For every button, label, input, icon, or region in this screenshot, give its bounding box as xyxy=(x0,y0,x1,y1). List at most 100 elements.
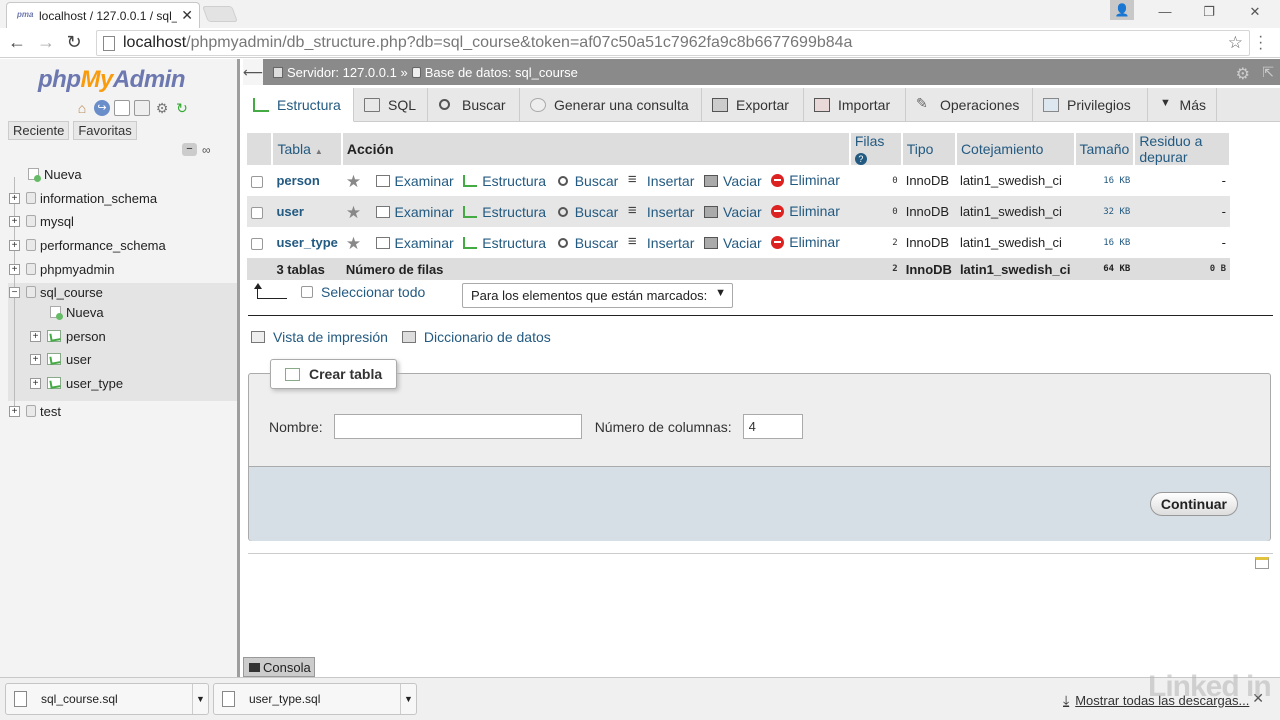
header-filas[interactable]: Filas ? xyxy=(849,133,903,165)
reload-nav-icon[interactable]: ↻ xyxy=(174,100,190,116)
tree-item-new-table[interactable]: Nueva xyxy=(50,301,104,323)
with-selected-dropdown[interactable]: Para los elementos que están marcados: ▼ xyxy=(462,283,733,308)
expand-icon[interactable]: + xyxy=(30,330,41,342)
link-with-main-icon[interactable]: ∞ xyxy=(202,143,211,157)
address-bar[interactable]: localhost/phpmyadmin/db_structure.php?db… xyxy=(96,30,1250,56)
header-cotejamiento[interactable]: Cotejamiento xyxy=(955,133,1076,165)
columns-count-input[interactable] xyxy=(742,414,803,439)
docs-icon[interactable] xyxy=(114,100,130,116)
console-toggle[interactable]: Consola xyxy=(243,657,315,677)
buscar-link[interactable]: Buscar xyxy=(556,204,618,220)
expand-icon[interactable]: + xyxy=(9,215,20,227)
tree-item-mysql[interactable]: + mysql xyxy=(9,210,74,232)
sql-docs-icon[interactable] xyxy=(134,100,150,116)
expand-icon[interactable]: + xyxy=(30,353,41,365)
window-close-button[interactable]: ✕ xyxy=(1240,2,1270,22)
insertar-link[interactable]: Insertar xyxy=(628,171,694,189)
buscar-link[interactable]: Buscar xyxy=(556,173,618,189)
tab-generar-consulta[interactable]: Generar una consulta xyxy=(520,88,702,122)
user-profile-icon[interactable]: 👤 xyxy=(1110,0,1134,20)
eliminar-link[interactable]: Eliminar xyxy=(771,203,840,219)
collapse-all-icon[interactable]: − xyxy=(182,143,197,156)
table-name-link[interactable]: person xyxy=(272,165,342,196)
settings-gear-icon[interactable]: ⚙ xyxy=(154,100,170,116)
row-checkbox[interactable] xyxy=(251,175,263,188)
row-size[interactable]: 16 KB xyxy=(1074,227,1135,258)
select-all-checkbox[interactable] xyxy=(301,286,313,298)
row-size[interactable]: 16 KB xyxy=(1074,165,1135,196)
row-size[interactable]: 32 KB xyxy=(1074,196,1135,227)
breadcrumb-database[interactable]: Base de datos: sql_course xyxy=(425,65,578,80)
expand-icon[interactable]: + xyxy=(9,405,20,417)
tree-item-user_type[interactable]: + user_type xyxy=(30,372,123,394)
tab-importar[interactable]: Importar xyxy=(804,88,906,122)
minimize-button[interactable]: — xyxy=(1150,2,1180,22)
expand-icon[interactable]: + xyxy=(9,239,20,251)
estructura-link[interactable]: Estructura xyxy=(463,235,546,251)
header-residuo[interactable]: Residuo a depurar xyxy=(1134,133,1231,165)
estructura-link[interactable]: Estructura xyxy=(463,173,546,189)
bookmark-star-icon[interactable]: ☆ xyxy=(1228,33,1243,53)
logout-icon[interactable]: ↪ xyxy=(94,100,110,116)
tree-item-performance_schema[interactable]: + performance_schema xyxy=(9,234,166,256)
tree-item-information_schema[interactable]: + information_schema xyxy=(9,187,157,209)
eliminar-link[interactable]: Eliminar xyxy=(771,234,840,250)
tree-item-test[interactable]: + test xyxy=(9,400,61,422)
expand-icon[interactable]: + xyxy=(9,192,20,204)
header-tamano[interactable]: Tamaño xyxy=(1074,133,1136,165)
tab-sql[interactable]: SQL xyxy=(354,88,428,122)
favorite-star-icon[interactable]: ★ xyxy=(346,234,364,253)
examinar-link[interactable]: Examinar xyxy=(375,235,454,251)
tree-item-sql_course[interactable]: − sql_course xyxy=(9,281,103,303)
table-name-link[interactable]: user xyxy=(272,196,342,227)
table-name-link[interactable]: user_type xyxy=(272,227,342,258)
print-view-link[interactable]: Vista de impresión xyxy=(273,329,388,345)
vaciar-link[interactable]: Vaciar xyxy=(704,235,762,251)
collapse-top-icon[interactable]: ⇱ xyxy=(1262,64,1274,81)
forward-arrow-icon[interactable]: → xyxy=(36,32,56,52)
chevron-down-icon[interactable]: ▼ xyxy=(192,684,208,714)
help-icon[interactable]: ? xyxy=(854,153,867,165)
vaciar-link[interactable]: Vaciar xyxy=(704,204,762,220)
download-item[interactable]: user_type.sql ▼ xyxy=(213,683,417,715)
maximize-button[interactable]: ❐ xyxy=(1194,2,1224,22)
favorites-button[interactable]: Favoritas xyxy=(73,121,137,140)
row-checkbox[interactable] xyxy=(251,237,263,250)
insertar-link[interactable]: Insertar xyxy=(628,233,694,251)
browser-menu-icon[interactable]: · · · xyxy=(1258,29,1263,57)
collapse-nav-arrow-icon[interactable]: ⟵ xyxy=(243,59,263,85)
data-dictionary-link[interactable]: Diccionario de datos xyxy=(424,329,551,345)
tab-operaciones[interactable]: Operaciones xyxy=(906,88,1033,122)
notes-icon[interactable] xyxy=(1255,557,1269,569)
new-tab-button[interactable] xyxy=(202,6,238,22)
header-tipo[interactable]: Tipo xyxy=(901,133,957,165)
tab-estructura[interactable]: Estructura xyxy=(243,88,354,122)
chevron-down-icon[interactable]: ▼ xyxy=(400,684,416,714)
back-arrow-icon[interactable]: ← xyxy=(7,32,27,52)
tree-item-person[interactable]: + person xyxy=(30,325,106,347)
table-name-input[interactable] xyxy=(333,414,582,439)
tab-buscar[interactable]: Buscar xyxy=(428,88,520,122)
tab-exportar[interactable]: Exportar xyxy=(702,88,804,122)
favorite-star-icon[interactable]: ★ xyxy=(346,172,364,191)
examinar-link[interactable]: Examinar xyxy=(375,173,454,189)
eliminar-link[interactable]: Eliminar xyxy=(771,172,840,188)
examinar-link[interactable]: Examinar xyxy=(375,204,454,220)
browser-tab[interactable]: pma localhost / 127.0.0.1 / sql_ ✕ xyxy=(6,2,200,28)
select-all-label[interactable]: Seleccionar todo xyxy=(321,284,425,300)
insertar-link[interactable]: Insertar xyxy=(628,202,694,220)
expand-icon[interactable]: + xyxy=(9,263,20,275)
tab-mas[interactable]: Más xyxy=(1148,88,1217,122)
header-tabla[interactable]: Tabla ▲ xyxy=(272,133,343,165)
home-icon[interactable]: ⌂ xyxy=(74,100,90,116)
expand-icon[interactable]: + xyxy=(30,377,41,389)
favorite-star-icon[interactable]: ★ xyxy=(346,203,364,222)
row-checkbox[interactable] xyxy=(251,206,263,219)
download-item[interactable]: sql_course.sql ▼ xyxy=(5,683,209,715)
tab-privilegios[interactable]: Privilegios xyxy=(1033,88,1148,122)
recent-button[interactable]: Reciente xyxy=(8,121,70,140)
reload-icon[interactable]: ↻ xyxy=(64,32,84,52)
tree-item-new-database[interactable]: Nueva xyxy=(28,163,82,185)
tree-item-phpmyadmin[interactable]: + phpmyadmin xyxy=(9,258,114,280)
vaciar-link[interactable]: Vaciar xyxy=(704,173,762,189)
